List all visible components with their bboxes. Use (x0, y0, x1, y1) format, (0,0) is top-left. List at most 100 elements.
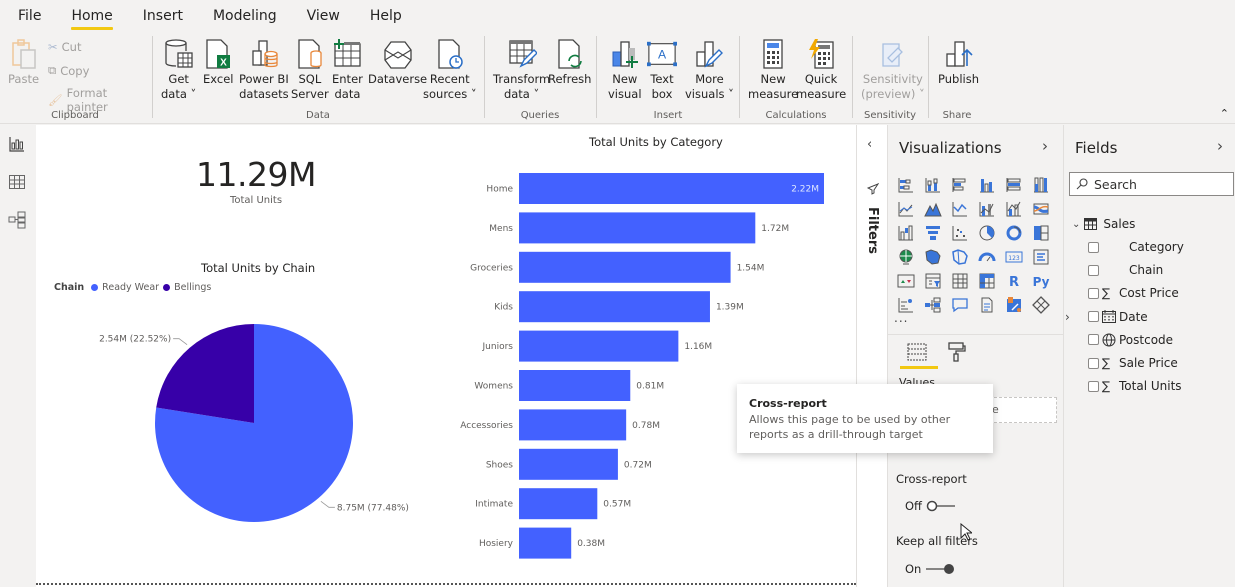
filters-pane-collapsed[interactable]: ‹ Filters (856, 125, 888, 587)
transform-data-button[interactable]: Transform data ˅ (493, 38, 550, 102)
more-visuals-button[interactable]: More visuals ˅ (685, 38, 734, 102)
100-stacked-bar-icon[interactable] (1000, 173, 1027, 197)
recent-sources-button[interactable]: Recent sources ˅ (423, 38, 477, 102)
qa-icon[interactable] (946, 293, 973, 317)
funnel-icon[interactable] (919, 221, 946, 245)
smart-narrative-icon[interactable] (973, 293, 1000, 317)
multi-row-card-icon[interactable] (1027, 245, 1054, 269)
100-stacked-column-icon[interactable] (1027, 173, 1054, 197)
field-total-units[interactable]: ∑ Total Units (1088, 377, 1182, 395)
sql-server-button[interactable]: SQL Server (291, 38, 329, 102)
scatter-icon[interactable] (946, 221, 973, 245)
format-paint-roller-icon[interactable] (946, 341, 968, 367)
quick-measure-button[interactable]: Quick measure (796, 38, 846, 102)
field-date[interactable]: › Date (1065, 308, 1148, 326)
bar-shoes[interactable] (519, 448, 618, 480)
field-chain[interactable]: Chain (1088, 261, 1163, 279)
slicer-icon[interactable] (919, 269, 946, 293)
clustered-bar-icon[interactable] (946, 173, 973, 197)
bar-mens[interactable] (519, 212, 756, 244)
donut-icon[interactable] (1000, 221, 1027, 245)
tab-help[interactable]: Help (370, 8, 402, 24)
decomposition-tree-icon[interactable] (919, 293, 946, 317)
data-view-icon[interactable] (8, 173, 26, 191)
field-checkbox[interactable] (1088, 357, 1099, 369)
matrix-icon[interactable] (973, 269, 1000, 293)
cut-button[interactable]: ✂ Cut (48, 40, 81, 54)
field-checkbox[interactable] (1088, 334, 1099, 346)
kpi-icon[interactable] (892, 269, 919, 293)
field-cost-price[interactable]: ∑ Cost Price (1088, 284, 1179, 302)
map-icon[interactable] (892, 245, 919, 269)
line-clustered-column-icon[interactable] (973, 197, 1000, 221)
gauge-icon[interactable] (973, 245, 1000, 269)
power-bi-datasets-button[interactable]: Power BI datasets (239, 38, 289, 102)
fields-search-input[interactable]: Search (1069, 172, 1234, 196)
field-checkbox[interactable] (1088, 287, 1099, 299)
table-sales[interactable]: ⌄ Sales (1072, 215, 1135, 233)
tab-home[interactable]: Home (71, 8, 114, 30)
copy-button[interactable]: ⧉ Copy (48, 63, 89, 78)
chevron-down-icon[interactable]: ⌄ (1072, 219, 1080, 230)
report-view-icon[interactable] (8, 135, 26, 153)
enter-data-button[interactable]: Enter data (332, 38, 363, 102)
bar-womens[interactable] (519, 370, 631, 401)
python-icon[interactable]: Py (1027, 269, 1054, 293)
ribbon-icon[interactable] (1027, 197, 1054, 221)
stacked-bar-icon[interactable] (892, 173, 919, 197)
cross-report-toggle[interactable]: Off (905, 499, 956, 513)
tab-insert[interactable]: Insert (143, 8, 183, 24)
pie-icon[interactable] (973, 221, 1000, 245)
stacked-area-icon[interactable] (946, 197, 973, 221)
field-postcode[interactable]: Postcode (1088, 331, 1173, 349)
r-script-icon[interactable]: R (1000, 269, 1027, 293)
bar-home[interactable] (519, 173, 824, 204)
sensitivity-button[interactable]: Sensitivity (preview) ˅ (861, 38, 925, 102)
legend-item-ready-wear[interactable]: Ready Wear (102, 282, 159, 293)
waterfall-icon[interactable] (892, 221, 919, 245)
new-visual-button[interactable]: New visual (608, 38, 642, 102)
area-icon[interactable] (919, 197, 946, 221)
shape-map-icon[interactable] (946, 245, 973, 269)
publish-button[interactable]: Publish (938, 38, 979, 87)
stacked-column-icon[interactable] (919, 173, 946, 197)
field-checkbox[interactable] (1088, 241, 1099, 253)
fields-tab-icon[interactable] (906, 341, 928, 367)
model-view-icon[interactable] (8, 211, 26, 229)
treemap-icon[interactable] (1027, 221, 1054, 245)
tab-file[interactable]: File (18, 8, 41, 24)
get-data-button[interactable]: Get data ˅ (161, 38, 196, 102)
chevron-right-icon[interactable]: › (1042, 137, 1048, 155)
paginated-icon[interactable] (1000, 293, 1027, 317)
dataverse-button[interactable]: Dataverse (368, 38, 427, 87)
table-icon[interactable] (946, 269, 973, 293)
field-checkbox[interactable] (1088, 380, 1099, 392)
collapse-ribbon-icon[interactable]: ⌃ (1220, 107, 1229, 120)
tab-view[interactable]: View (307, 8, 340, 24)
more-visuals-ellipsis[interactable]: ... (894, 311, 908, 325)
excel-button[interactable]: X Excel (203, 38, 233, 87)
chevron-right-icon[interactable]: › (1217, 137, 1223, 155)
filled-map-icon[interactable] (919, 245, 946, 269)
field-sale-price[interactable]: ∑ Sale Price (1088, 354, 1178, 372)
bar-juniors[interactable] (519, 330, 679, 362)
paste-button[interactable]: Paste (8, 38, 39, 87)
field-checkbox[interactable] (1088, 311, 1099, 323)
field-checkbox[interactable] (1088, 264, 1099, 276)
chevron-right-icon[interactable]: › (1065, 310, 1070, 324)
field-category[interactable]: Category (1088, 238, 1184, 256)
card-icon[interactable]: 123 (1000, 245, 1027, 269)
bar-hosiery[interactable] (519, 527, 572, 559)
bar-intimate[interactable] (519, 488, 598, 520)
new-measure-button[interactable]: New measure (748, 38, 798, 102)
bar-groceries[interactable] (519, 251, 731, 283)
text-box-button[interactable]: A Text box (647, 38, 677, 102)
line-icon[interactable] (892, 197, 919, 221)
line-stacked-column-icon[interactable] (1000, 197, 1027, 221)
keep-all-filters-toggle[interactable]: On (905, 562, 955, 576)
clustered-column-icon[interactable] (973, 173, 1000, 197)
legend-item-bellings[interactable]: Bellings (174, 282, 211, 293)
chevron-left-icon[interactable]: ‹ (867, 137, 872, 152)
bar-accessories[interactable] (519, 409, 627, 441)
bar-kids[interactable] (519, 291, 710, 323)
